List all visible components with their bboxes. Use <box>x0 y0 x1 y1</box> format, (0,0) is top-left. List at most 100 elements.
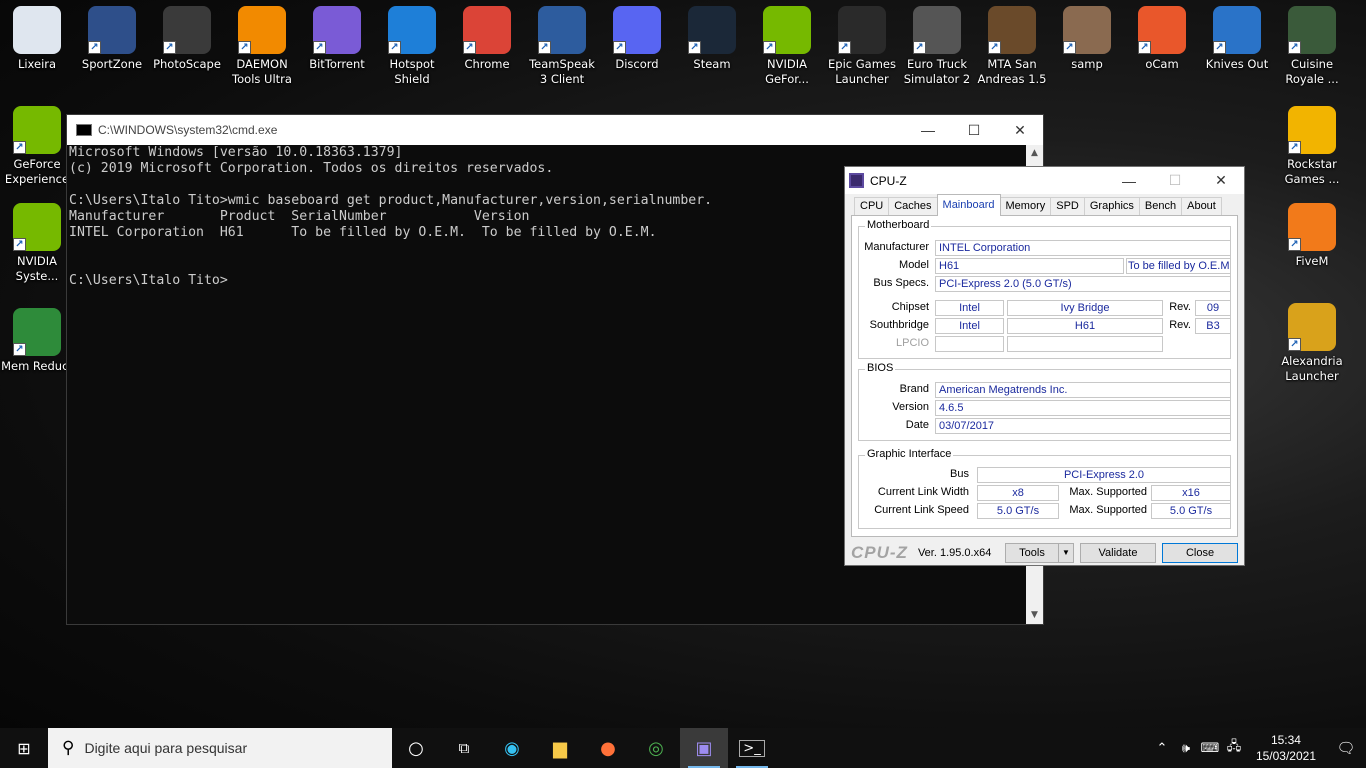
bus-specs-label: Bus Specs. <box>873 277 929 289</box>
desktop-icon-12[interactable]: ↗ Euro Truck Simulator 2 <box>900 6 974 87</box>
desktop-icon-8[interactable]: ↗ Discord <box>600 6 674 72</box>
cpuz-taskbar-button[interactable]: ▣ <box>680 728 728 768</box>
alexandria-icon: ↗ <box>1288 303 1336 351</box>
desktop-icon-2[interactable]: ↗ PhotoScape <box>150 6 224 72</box>
validate-button[interactable]: Validate <box>1080 543 1156 563</box>
desktop-icon-10[interactable]: ↗ NVIDIA GeFor... <box>750 6 824 87</box>
shortcut-arrow-icon: ↗ <box>1288 41 1301 54</box>
shortcut-arrow-icon: ↗ <box>688 41 701 54</box>
chrome-icon: ↗ <box>463 6 511 54</box>
tab-cpu[interactable]: CPU <box>854 197 890 216</box>
nvidia-icon: ↗ <box>13 106 61 154</box>
desktop-icon-label: FiveM <box>1295 254 1329 268</box>
southbridge-name-value: H61 <box>1007 318 1163 334</box>
file-explorer-taskbar-button[interactable]: ▆ <box>536 728 584 768</box>
minimize-button[interactable]: — <box>905 115 951 145</box>
cpuz-title: CPU-Z <box>870 173 907 188</box>
cpuz-close-button[interactable]: ✕ <box>1198 166 1244 196</box>
tab-mainboard[interactable]: Mainboard <box>936 194 1001 216</box>
firefox-taskbar-button[interactable]: ● <box>584 728 632 768</box>
tab-graphics[interactable]: Graphics <box>1083 197 1140 216</box>
start-button[interactable]: ⊞ <box>0 728 48 768</box>
desktop-icon-4[interactable]: ↗ BitTorrent <box>300 6 374 72</box>
desktop-icon-20[interactable]: ↗ Mem Reduct <box>0 308 74 374</box>
close-button[interactable]: ✕ <box>997 115 1043 145</box>
lightning-bolt-icon: ↗ <box>238 6 286 54</box>
tab-about[interactable]: About <box>1181 197 1222 216</box>
maximize-button[interactable]: ☐ <box>951 115 997 145</box>
group-title: Graphic Interface <box>865 448 954 460</box>
soccer-ball-icon: ↗ <box>88 6 136 54</box>
desktop-icon-22[interactable]: ↗ FiveM <box>1275 203 1349 269</box>
clock[interactable]: 15:34 15/03/2021 <box>1246 732 1326 764</box>
motherboard-group: Motherboard Manufacturer INTEL Corporati… <box>858 219 1231 359</box>
tab-spd[interactable]: SPD <box>1050 197 1085 216</box>
desktop-icon-13[interactable]: ↗ MTA San Andreas 1.5 <box>975 6 1049 87</box>
chevron-up-icon[interactable]: ⌃ <box>1150 740 1174 756</box>
network-icon[interactable]: 🖧 <box>1222 737 1246 759</box>
notification-icon[interactable]: 🗨 <box>1326 739 1366 757</box>
scroll-down-icon[interactable]: ▼ <box>1026 607 1043 624</box>
cmd-title-bar[interactable]: C:\WINDOWS\system32\cmd.exe — ☐ ✕ <box>67 115 1043 145</box>
link-width-value: x8 <box>977 485 1059 501</box>
desktop-icon-18[interactable]: ↗ GeForce Experience <box>0 106 74 187</box>
desktop-icon-16[interactable]: ↗ Knives Out <box>1200 6 1274 72</box>
volume-icon[interactable]: 🕪 <box>1174 740 1198 756</box>
shortcut-arrow-icon: ↗ <box>313 41 326 54</box>
desktop-icon-3[interactable]: ↗ DAEMON Tools Ultra <box>225 6 299 87</box>
desktop-icon-19[interactable]: ↗ NVIDIA Syste... <box>0 203 74 284</box>
firefox-icon: ● <box>600 737 616 759</box>
cpuz-icon: ▣ <box>695 737 713 759</box>
task-view-button[interactable]: ⧉ <box>440 728 488 768</box>
tools-button[interactable]: Tools <box>1005 543 1059 563</box>
tab-memory[interactable]: Memory <box>999 197 1052 216</box>
cpuz-close-footer-button[interactable]: Close <box>1162 543 1238 563</box>
link-speed-value: 5.0 GT/s <box>977 503 1059 519</box>
cortana-circle-icon: ○ <box>408 737 424 759</box>
tab-bench[interactable]: Bench <box>1138 197 1183 216</box>
desktop-icon-5[interactable]: ↗ Hotspot Shield <box>375 6 449 87</box>
chrome-taskbar-button[interactable]: ◎ <box>632 728 680 768</box>
bios-date-value: 03/07/2017 <box>935 418 1231 434</box>
shortcut-arrow-icon: ↗ <box>463 41 476 54</box>
cpuz-window[interactable]: CPU-Z — ☐ ✕ CPU Caches Mainboard Memory SPD G… <box>844 166 1245 566</box>
cpuz-title-bar[interactable]: CPU-Z — ☐ ✕ <box>845 167 1244 194</box>
recycle-bin-icon <box>13 6 61 54</box>
chipset-rev-value: 09 <box>1195 300 1231 316</box>
desktop-icon-14[interactable]: ↗ samp <box>1050 6 1124 72</box>
desktop-icon-1[interactable]: ↗ SportZone <box>75 6 149 72</box>
folder-icon: ▆ <box>553 737 567 759</box>
shortcut-arrow-icon: ↗ <box>1063 41 1076 54</box>
desktop-icon-7[interactable]: ↗ TeamSpeak 3 Client <box>525 6 599 87</box>
edge-taskbar-button[interactable]: ◉ <box>488 728 536 768</box>
tools-dropdown-button[interactable]: ▼ <box>1058 543 1074 563</box>
southbridge-vendor-value: Intel <box>935 318 1004 334</box>
maximize-icon: ☐ <box>967 121 981 138</box>
shortcut-arrow-icon: ↗ <box>1138 41 1151 54</box>
desktop-icon-6[interactable]: ↗ Chrome <box>450 6 524 72</box>
knives-out-icon: ↗ <box>1213 6 1261 54</box>
shortcut-arrow-icon: ↗ <box>838 41 851 54</box>
desktop-icon-0[interactable]: Lixeira <box>0 6 74 72</box>
desktop-icon-label: BitTorrent <box>309 57 365 71</box>
model-label: Model <box>899 259 929 271</box>
desktop-icon-15[interactable]: ↗ oCam <box>1125 6 1199 72</box>
clock-time: 15:34 <box>1270 733 1301 747</box>
scroll-up-icon[interactable]: ▲ <box>1026 145 1043 162</box>
tab-caches[interactable]: Caches <box>888 197 938 216</box>
cpuz-app-icon <box>849 173 864 188</box>
keyboard-icon[interactable]: ⌨ <box>1198 740 1222 756</box>
link-width-label: Current Link Width <box>877 486 969 498</box>
cortana-button[interactable]: ○ <box>392 728 440 768</box>
model-revision-value: To be filled by O.E.M. <box>1126 258 1231 274</box>
desktop-icon-17[interactable]: ↗ Cuisine Royale ... <box>1275 6 1349 87</box>
desktop-icon-23[interactable]: ↗ Alexandria Launcher <box>1275 303 1349 384</box>
desktop-icon-label: MTA San Andreas 1.5 <box>977 57 1047 86</box>
cpuz-minimize-button[interactable]: — <box>1106 166 1152 196</box>
bios-brand-value: American Megatrends Inc. <box>935 382 1231 398</box>
cmd-taskbar-button[interactable]: >_ <box>728 728 776 768</box>
search-box[interactable]: ⚲ Digite aqui para pesquisar <box>48 728 392 768</box>
desktop-icon-21[interactable]: ↗ Rockstar Games ... <box>1275 106 1349 187</box>
desktop-icon-9[interactable]: ↗ Steam <box>675 6 749 72</box>
desktop-icon-11[interactable]: ↗ Epic Games Launcher <box>825 6 899 87</box>
